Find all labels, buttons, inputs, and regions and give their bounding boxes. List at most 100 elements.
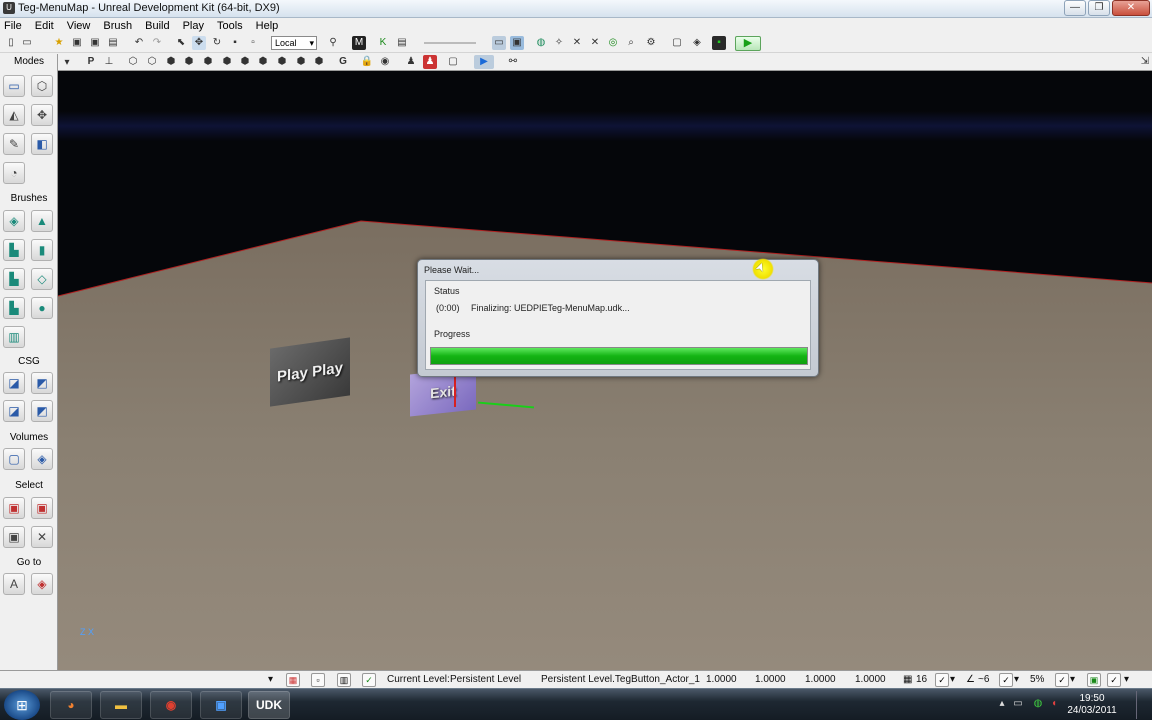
search-actor-icon[interactable]: ⌕ [624, 36, 638, 50]
undo-icon[interactable]: ↶ [132, 36, 146, 50]
select-tool-icon[interactable]: ⬉ [174, 36, 188, 50]
level-icon[interactable]: ▫ [311, 673, 325, 687]
static-mesh-mode-icon[interactable]: ◔ [3, 162, 25, 184]
build-paths-icon[interactable]: ✕ [570, 36, 584, 50]
system-clock[interactable]: 19:50 24/03/2011 [1062, 693, 1122, 717]
camera-icon[interactable]: ⚯ [506, 55, 520, 69]
drag-value-z[interactable]: 1.0000 [805, 674, 836, 685]
eye-icon[interactable]: ◉ [378, 55, 392, 69]
layers-icon[interactable]: ▥ [337, 673, 351, 687]
menu-brush[interactable]: Brush [103, 20, 132, 32]
drag-value-x[interactable]: 1.0000 [706, 674, 737, 685]
drag-grid-dropdown-icon[interactable]: ▾ [1124, 674, 1129, 685]
menu-file[interactable]: File [4, 20, 22, 32]
realtime-icon[interactable]: ▭ [492, 36, 506, 50]
select-all-icon[interactable]: ▣ [3, 497, 25, 519]
start-button[interactable]: ⊞ [4, 690, 40, 720]
rotation-snap[interactable]: ~6 [978, 674, 989, 685]
scale-tool-icon[interactable]: ▪ [228, 36, 242, 50]
goto-actor-icon[interactable]: A [3, 573, 25, 595]
grid-size-dropdown-icon[interactable]: ▾ [950, 674, 955, 685]
console-icon[interactable]: ▢ [670, 36, 684, 50]
show-desktop-button[interactable] [1136, 691, 1150, 719]
camera-mode-icon[interactable]: ▭ [3, 75, 25, 97]
play-button-actor[interactable]: Play Play [270, 337, 350, 407]
udk-taskbar-button[interactable]: UDK [248, 691, 290, 719]
game-view-icon[interactable]: ▣ [510, 36, 524, 50]
spiral-stairs-icon[interactable]: ▙ [3, 297, 25, 319]
light-complexity-icon[interactable]: ⬢ [238, 55, 252, 69]
scale-dropdown-icon[interactable]: ▾ [1070, 674, 1075, 685]
settings-icon[interactable]: ⚙ [644, 36, 658, 50]
goto-builder-brush-icon[interactable]: ◈ [31, 573, 53, 595]
menu-tools[interactable]: Tools [217, 20, 243, 32]
rotation-toggle-icon[interactable]: ✓ [999, 673, 1013, 687]
grid-toggle-icon[interactable]: ✓ [935, 673, 949, 687]
csg-deintersect-icon[interactable]: ◩ [31, 400, 53, 422]
maximize-viewport-icon[interactable]: ▢ [446, 55, 460, 69]
lock-icon[interactable]: 🔒 [360, 55, 374, 69]
menu-help[interactable]: Help [256, 20, 279, 32]
modes-dropdown-icon[interactable]: ▾ [60, 56, 74, 70]
wireframe-icon[interactable]: ⬡ [145, 55, 159, 69]
content-browser-icon[interactable]: ▤ [395, 36, 409, 50]
drag-value-y[interactable]: 1.0000 [755, 674, 786, 685]
terrain-mode-icon[interactable]: ◭ [3, 104, 25, 126]
open-icon[interactable]: ▭ [20, 36, 34, 50]
unlit-icon[interactable]: ⬢ [164, 55, 178, 69]
explorer-icon[interactable]: ▬ [100, 691, 142, 719]
cube-brush-icon[interactable]: ◈ [3, 210, 25, 232]
matinee-icon[interactable]: M [352, 36, 366, 50]
lightmap-density-icon[interactable]: ⬢ [294, 55, 308, 69]
drag-value-w[interactable]: 1.0000 [855, 674, 886, 685]
minimize-button[interactable]: — [1064, 0, 1086, 16]
record-icon[interactable]: ♟ [423, 55, 437, 69]
lighting-slider[interactable] [424, 42, 476, 44]
volumetric-brush-icon[interactable]: ▥ [3, 326, 25, 348]
menu-play[interactable]: Play [183, 20, 204, 32]
volume-icon[interactable]: ◖ [1048, 698, 1060, 710]
build-geometry-icon[interactable]: ◍ [534, 36, 548, 50]
cone-brush-icon[interactable]: ▲ [31, 210, 53, 232]
update-icon[interactable]: ◍ [1032, 698, 1044, 710]
select-none-icon[interactable]: ▣ [31, 497, 53, 519]
autosave-icon[interactable]: ▣ [1087, 673, 1101, 687]
detail-lighting-icon[interactable]: ⬢ [201, 55, 215, 69]
nonuniform-scale-icon[interactable]: ▫ [246, 36, 260, 50]
volume-type-icon[interactable]: ◈ [31, 448, 53, 470]
geometry-mode-icon[interactable]: ⬡ [31, 75, 53, 97]
close-button[interactable]: ✕ [1112, 0, 1150, 16]
texture-align-icon[interactable]: ✎ [3, 133, 25, 155]
lit-icon[interactable]: ⬢ [182, 55, 196, 69]
binoculars-icon[interactable]: ⚲ [326, 36, 340, 50]
actor-icon[interactable]: ♟ [404, 55, 418, 69]
add-volume-icon[interactable]: ▢ [3, 448, 25, 470]
kismet-icon[interactable]: K [376, 36, 390, 50]
play-in-editor-button[interactable]: ▶ [735, 36, 761, 51]
menu-edit[interactable]: Edit [35, 20, 54, 32]
csg-add-icon[interactable]: ◪ [3, 372, 25, 394]
redo-icon[interactable]: ↷ [150, 36, 164, 50]
restore-viewport-icon[interactable]: ⇲ [1138, 55, 1152, 69]
status-dropdown-icon[interactable]: ▾ [268, 674, 273, 685]
menu-view[interactable]: View [67, 20, 91, 32]
shader-complexity-icon[interactable]: ⬢ [275, 55, 289, 69]
gizmo-z-axis[interactable] [454, 377, 456, 407]
lighting-only-icon[interactable]: ⬢ [220, 55, 234, 69]
editor-icon[interactable]: ▣ [200, 691, 242, 719]
coord-system-select[interactable]: Local [271, 36, 317, 50]
play-on-pc-icon[interactable]: ▪ [712, 36, 726, 50]
csg-subtract-icon[interactable]: ◩ [31, 372, 53, 394]
build-cover-icon[interactable]: ✕ [588, 36, 602, 50]
scale-snap[interactable]: 5% [1030, 674, 1044, 685]
stairs-brush-icon[interactable]: ▙ [3, 239, 25, 261]
drag-grid-toggle-icon[interactable]: ✓ [1107, 673, 1121, 687]
brush-wireframe-icon[interactable]: ⬡ [126, 55, 140, 69]
csg-intersect-icon[interactable]: ◪ [3, 400, 25, 422]
hide-selected-icon[interactable]: ✕ [31, 526, 53, 548]
save-icon[interactable]: ▣ [70, 36, 84, 50]
save-as-icon[interactable]: ▤ [106, 36, 120, 50]
texture-density-icon[interactable]: ⬢ [256, 55, 270, 69]
tray-expand-icon[interactable]: ▴ [996, 698, 1008, 710]
sheet-brush-icon[interactable]: ◇ [31, 268, 53, 290]
